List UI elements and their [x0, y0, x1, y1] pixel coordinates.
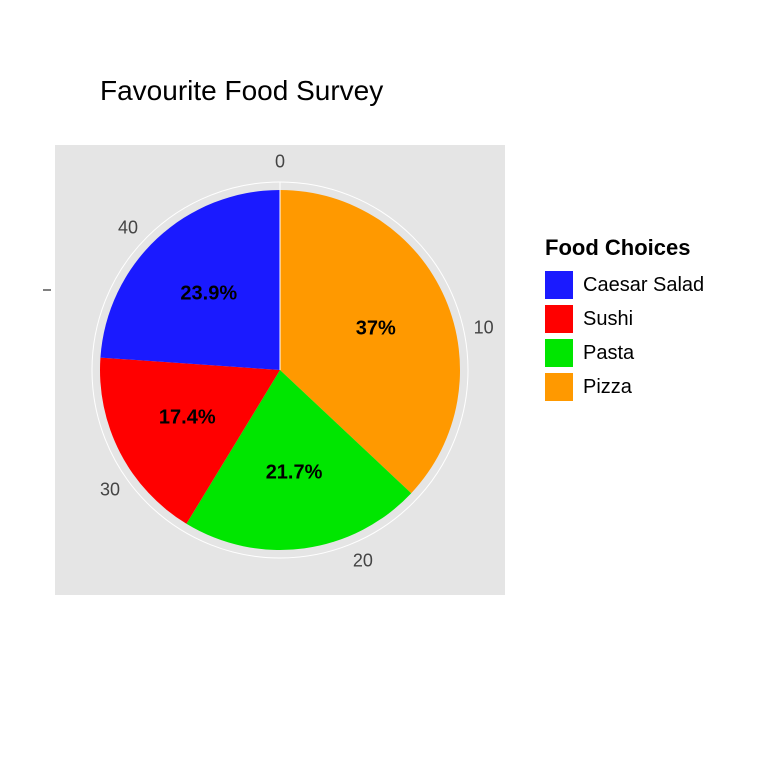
axis-tick-mark — [43, 290, 51, 291]
legend-label: Pasta — [583, 342, 634, 365]
legend-item: Pasta — [545, 339, 704, 367]
polar-tick-label: 0 — [275, 152, 285, 173]
plot-area: 37% 21.7% 17.4% 23.9% 0 10 20 30 40 — [55, 145, 505, 595]
slice-label: 17.4% — [159, 406, 216, 429]
slice-label: 37% — [356, 317, 396, 340]
polar-tick-label: 20 — [353, 550, 373, 571]
legend-swatch — [545, 305, 573, 333]
legend-label: Caesar Salad — [583, 274, 704, 297]
chart-title: Favourite Food Survey — [100, 75, 383, 107]
polar-tick-label: 40 — [118, 218, 138, 239]
slice-label: 23.9% — [180, 282, 237, 305]
legend-item: Sushi — [545, 305, 704, 333]
polar-tick-label: 10 — [474, 317, 494, 338]
legend-swatch — [545, 339, 573, 367]
legend-item: Pizza — [545, 373, 704, 401]
legend-label: Pizza — [583, 376, 632, 399]
legend-swatch — [545, 373, 573, 401]
legend-swatch — [545, 271, 573, 299]
polar-tick-label: 30 — [100, 479, 120, 500]
pie-svg — [55, 145, 505, 595]
legend-item: Caesar Salad — [545, 271, 704, 299]
slice-label: 21.7% — [266, 462, 323, 485]
legend-title: Food Choices — [545, 235, 704, 261]
legend-label: Sushi — [583, 308, 633, 331]
legend: Food Choices Caesar Salad Sushi Pasta Pizza — [545, 235, 704, 407]
